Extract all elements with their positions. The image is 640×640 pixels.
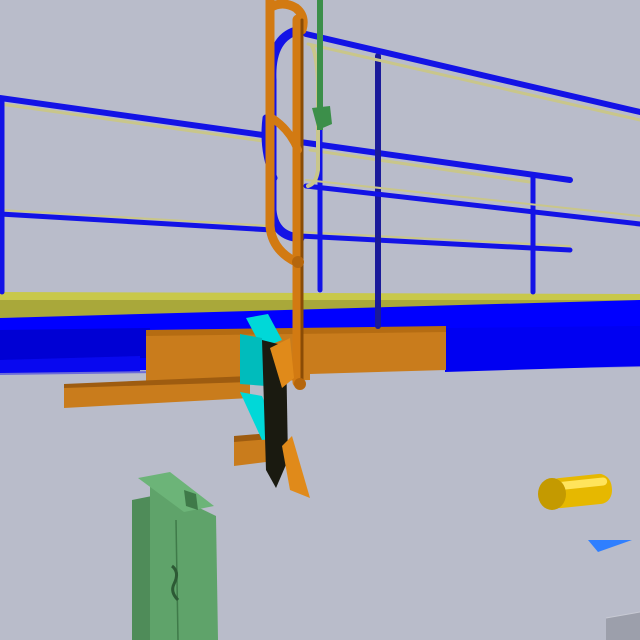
3d-viewport[interactable]	[0, 0, 640, 640]
rail-mid-right	[303, 183, 640, 227]
gas-cylinder[interactable]	[538, 473, 613, 510]
rail-top-center-guard	[308, 148, 532, 184]
rail-mid-right-guard	[305, 179, 640, 217]
deck-right-face	[445, 326, 640, 372]
scene-canvas[interactable]	[0, 0, 640, 640]
floor-block-top	[606, 612, 640, 640]
cylinder-end	[538, 478, 566, 510]
rail-top-right	[303, 31, 640, 115]
rail-top-right-guard	[306, 42, 640, 122]
direction-marker[interactable]	[588, 540, 632, 552]
pole-flag	[312, 106, 332, 130]
deck-top-edge	[0, 292, 640, 300]
rail-top-center	[297, 139, 573, 183]
bracket-orange-foot	[282, 436, 310, 498]
pipe-joint	[292, 256, 304, 268]
cabinet-front	[132, 496, 152, 640]
control-cabinet[interactable]	[132, 472, 218, 640]
deck-inner-shadow	[0, 328, 150, 360]
pipe-end-cap	[294, 378, 306, 390]
rail-top-left	[0, 95, 273, 139]
rail-top-left-guard	[0, 102, 272, 144]
floor-block[interactable]	[605, 611, 640, 640]
rail-mid-left	[0, 211, 275, 233]
